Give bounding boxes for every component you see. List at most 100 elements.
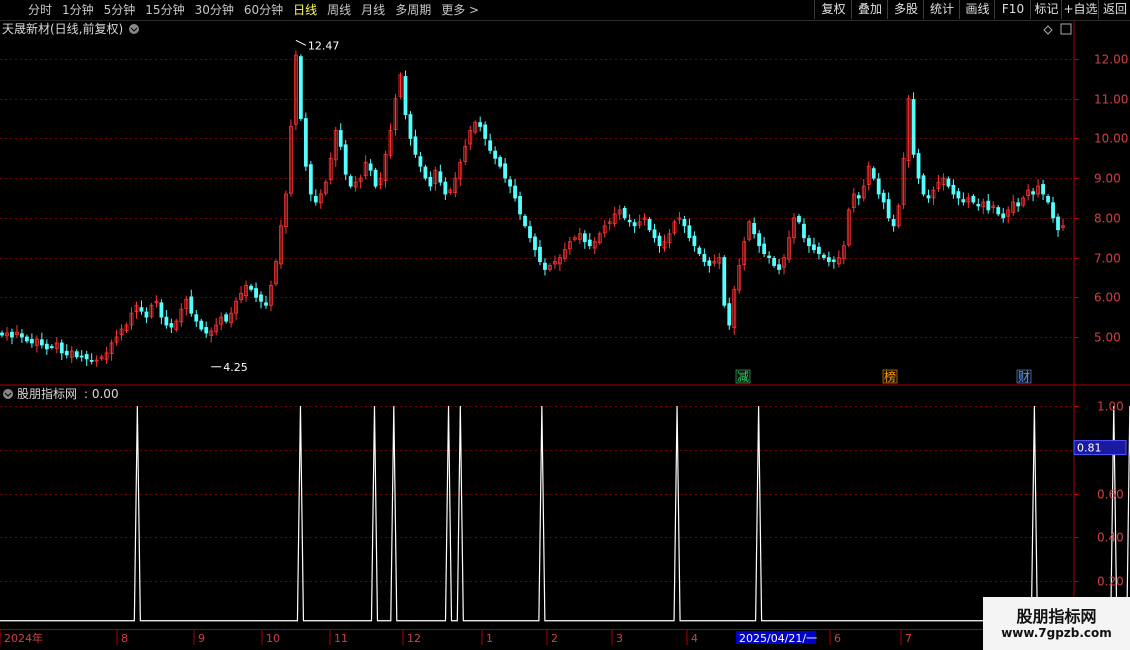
candle-body: [49, 346, 54, 348]
candle-body: [727, 303, 732, 326]
candle-body: [74, 351, 79, 358]
candle-body: [518, 196, 522, 215]
candle-body: [777, 264, 781, 270]
candle-body: [313, 196, 318, 203]
candle-body: [1041, 184, 1045, 195]
candle-body: [249, 285, 253, 290]
high-annotation-label: 12.47: [308, 39, 340, 52]
candle-body: [767, 255, 772, 258]
candle-body: [856, 195, 861, 199]
main-y-tick-label: 6.00: [1094, 291, 1121, 305]
watermark-title: 股朋指标网: [1016, 607, 1097, 626]
candle-body: [707, 260, 712, 266]
candlestick-series: 12.47 4.25 减 榜 财: [0, 39, 1065, 384]
candle-body: [20, 333, 24, 338]
candle-body: [10, 331, 14, 338]
candle-body: [84, 354, 89, 360]
candle-body: [822, 254, 826, 258]
candle-body: [59, 342, 64, 354]
candle-body: [881, 192, 886, 203]
indicator-y-tick-label: 0.20: [1097, 575, 1124, 589]
candle-body: [692, 235, 697, 247]
candle-body: [762, 243, 767, 255]
low-annotation-label: 4.25: [223, 361, 248, 374]
candle-body: [443, 181, 448, 195]
candle-body: [308, 164, 313, 195]
candle-body: [488, 140, 493, 151]
candle-body: [199, 320, 204, 330]
candle-body: [64, 350, 69, 356]
candle-body: [413, 136, 418, 155]
main-y-tick-label: 11.00: [1094, 93, 1128, 107]
candle-body: [911, 99, 916, 155]
high-annotation-arrow: [295, 39, 307, 46]
main-y-tick-label: 9.00: [1094, 172, 1121, 186]
candle-body: [772, 257, 776, 266]
candle-body: [632, 222, 637, 227]
candle-body: [39, 339, 44, 346]
candle-body: [1031, 191, 1036, 195]
candle-body: [543, 262, 547, 270]
candle-body: [493, 150, 498, 159]
candle-body: [144, 311, 149, 318]
indicator-series: [0, 405, 1130, 622]
price-axis-border: [1073, 21, 1075, 630]
candle-body: [587, 239, 592, 247]
candle-body: [508, 179, 512, 187]
candle-body: [961, 199, 966, 203]
candle-body: [348, 176, 353, 187]
candle-body: [408, 114, 413, 139]
candle-body: [403, 76, 408, 116]
candle-body: [1016, 202, 1021, 207]
candle-body: [79, 355, 84, 358]
event-marker-label: 减: [737, 370, 749, 384]
time-axis-label: 2024年: [4, 631, 43, 645]
main-y-tick-label: 5.00: [1094, 331, 1121, 345]
time-axis-label: 8: [121, 632, 128, 645]
event-marker-label: 财: [1018, 370, 1030, 384]
candle-body: [956, 191, 961, 199]
candle-body: [817, 246, 821, 254]
indicator-dropdown-icon: [3, 389, 13, 399]
candle-body: [802, 223, 806, 239]
diamond-icon: [1043, 25, 1053, 35]
candle-body: [423, 166, 428, 179]
candle-body: [428, 176, 433, 187]
candle-body: [194, 314, 199, 322]
time-axis-label: 12: [407, 632, 421, 645]
candle-body: [259, 294, 263, 302]
time-axis-label: 7: [905, 632, 912, 645]
candle-body: [298, 56, 303, 119]
candle-body: [622, 207, 627, 219]
candle-body: [139, 307, 144, 312]
candle-body: [921, 175, 926, 195]
candle-body: [254, 288, 258, 298]
candle-body: [483, 124, 488, 139]
candle-body: [687, 225, 692, 239]
axes: 12.00 11.00 10.00 9.00 8.00 7.00 6.00 5.00 1.00 0…: [0, 21, 1130, 645]
candle-body: [164, 316, 169, 326]
time-axis-label: 9: [198, 632, 205, 645]
candle-body: [1056, 216, 1060, 231]
time-axis-label: 6: [834, 632, 841, 645]
candle-body: [702, 253, 707, 262]
main-y-tick-label: 7.00: [1094, 252, 1121, 266]
candle-body: [498, 157, 503, 167]
main-chart-title: 天晟新材(日线,前复权): [2, 21, 123, 36]
time-axis-border: [0, 629, 1130, 630]
candle-body: [264, 302, 268, 306]
time-axis-label: 10: [266, 632, 280, 645]
main-y-tick-label: 8.00: [1094, 212, 1121, 226]
indicator-y-tick-label: 1.00: [1097, 400, 1124, 414]
candle-body: [533, 236, 537, 251]
event-marker-label: 榜: [884, 369, 896, 384]
candle-body: [1046, 196, 1050, 203]
time-axis-label: 1: [486, 632, 493, 645]
candle-body: [189, 296, 194, 314]
candle-body: [657, 235, 662, 247]
candle-body: [946, 178, 951, 187]
candle-body: [926, 195, 931, 199]
time-axis-label: 11: [334, 632, 348, 645]
watermark-box: 股朋指标网 www.7gpzb.com: [983, 597, 1130, 650]
candle-body: [1001, 213, 1006, 219]
